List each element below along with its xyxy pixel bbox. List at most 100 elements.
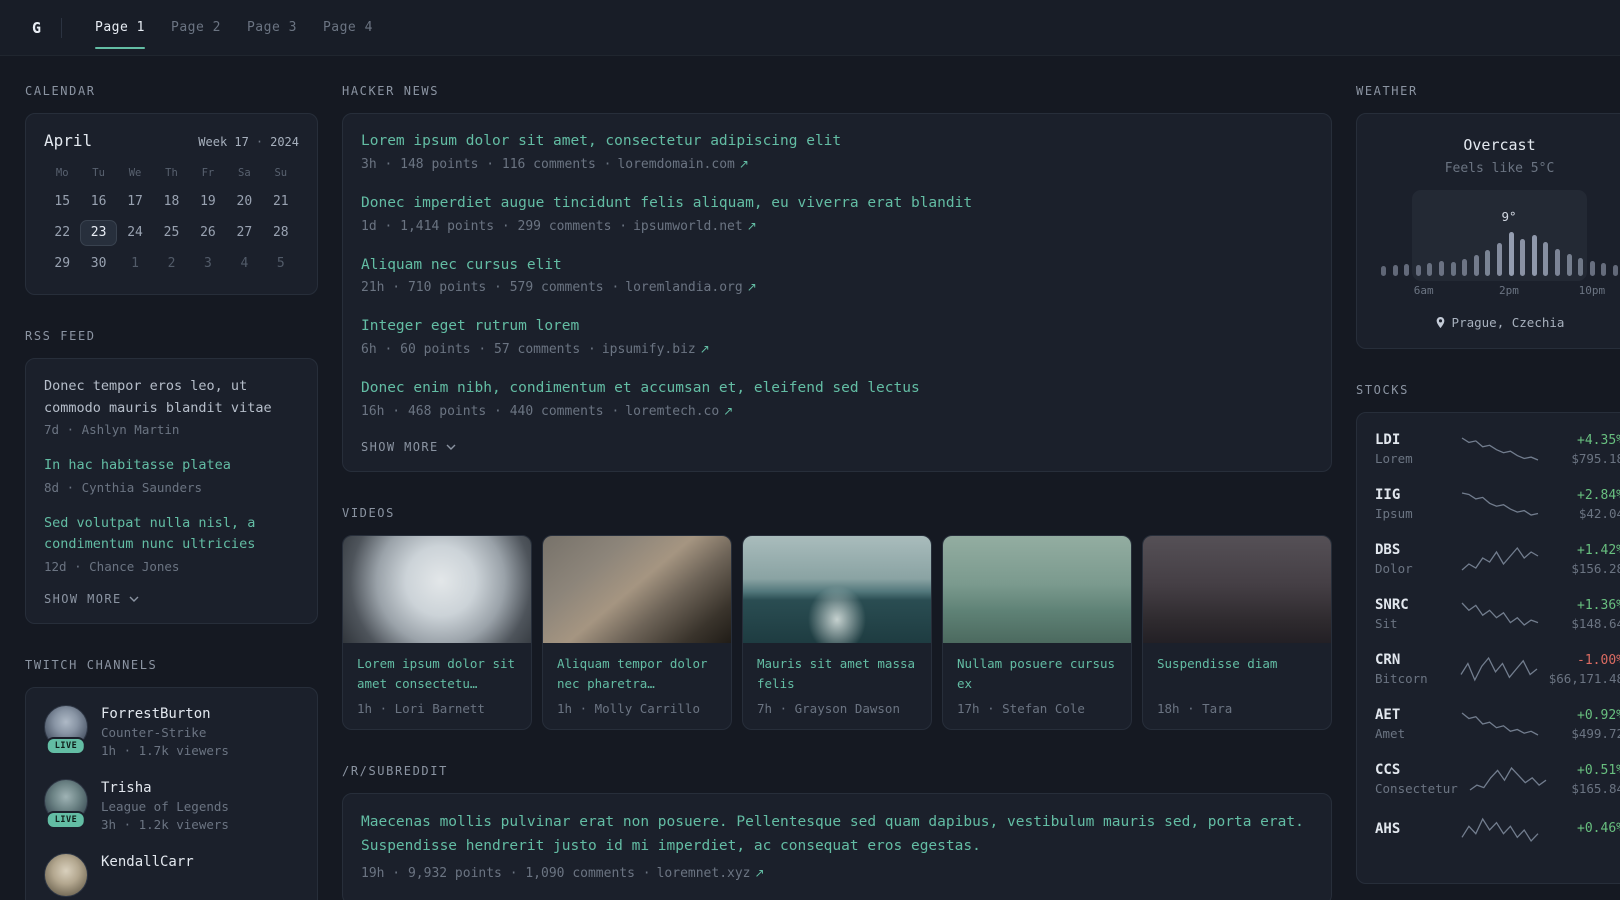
video-card[interactable]: Aliquam tempor dolor nec pharetra… 1h · … [542,534,732,730]
stock-sparkline [1461,437,1538,461]
video-card[interactable]: Suspendisse diam 18h · Tara [1142,534,1332,730]
calendar-week: Week 17 [198,135,249,149]
videos-section: VIDEOS Lorem ipsum dolor sit amet consec… [342,506,1332,730]
external-link-icon: ↗ [754,865,765,880]
hn-domain-link[interactable]: ipsumworld.net ↗ [633,219,757,234]
domain-text: loremdomain.com [617,156,735,172]
hn-item-title[interactable]: Integer eget rutrum lorem [361,316,1313,338]
rss-item-title[interactable]: Donec tempor eros leo, ut commodo mauris… [44,376,299,419]
twitch-channel[interactable]: LIVE Trisha League of Legends 3h · 1.2k … [44,778,299,832]
calendar-dow: Th [165,167,178,179]
section-title-videos: VIDEOS [342,505,395,520]
dashboard: CALENDAR April Week 17 · 2024 Mo Tu We T… [0,56,1620,900]
calendar-dow: Sa [238,167,251,179]
calendar-day: 28 [272,225,289,240]
calendar-day: 24 [127,225,143,240]
video-thumbnail [943,535,1131,643]
video-card[interactable]: Mauris sit amet massa felis 7h · Grayson… [742,534,932,730]
stock-row[interactable]: AET Amet +0.92% $499.72 [1375,707,1620,741]
external-link-icon: ↗ [746,280,757,295]
subreddit-widget: Maecenas mollis pulvinar erat non posuer… [342,792,1332,900]
tab-page-4[interactable]: Page 4 [310,0,386,55]
weather-location: Prague, Czechia [1451,315,1565,330]
calendar-day: 26 [200,225,216,240]
video-body: Suspendisse diam 18h · Tara [1143,643,1331,729]
stocks-section: STOCKS LDI Lorem +4.35% $795.18 IIG Ipsu… [1356,383,1620,884]
stock-id: LDI Lorem [1375,432,1450,466]
stock-row[interactable]: AHS +0.46% [1375,817,1620,843]
hn-item-title[interactable]: Donec enim nibh, condimentum et accumsan… [361,378,1313,400]
rss-item-title[interactable]: In hac habitasse platea [44,455,299,477]
hacker-news-section: HACKER NEWS Lorem ipsum dolor sit amet, … [342,84,1332,472]
stock-ticker: LDI [1375,432,1401,448]
channel-game: League of Legends [101,798,229,814]
hn-meta-text: 3h · 148 points · 116 comments · [361,156,612,172]
stock-change: +4.35% [1577,432,1620,448]
hn-meta-text: 16h · 468 points · 440 comments · [361,403,620,419]
hn-item: Donec enim nibh, condimentum et accumsan… [361,378,1313,419]
video-meta: 18h · Tara [1157,700,1233,716]
rss-widget: Donec tempor eros leo, ut commodo mauris… [25,358,318,624]
rss-show-more-button[interactable]: SHOW MORE [44,592,139,606]
twitch-channel[interactable]: LIVE ForrestBurton Counter-Strike 1h · 1… [44,704,299,758]
hn-domain-link[interactable]: loremlandia.org ↗ [625,280,756,295]
video-title: Aliquam tempor dolor nec pharetra… [557,655,708,691]
domain-text: loremlandia.org [625,280,743,296]
rss-item: In hac habitasse platea 8d · Cynthia Sau… [44,455,299,495]
section-title-hacker-news: HACKER NEWS [342,84,440,98]
stock-sparkline [1460,656,1538,682]
stock-change: +0.46% [1577,821,1620,836]
video-body: Aliquam tempor dolor nec pharetra… 1h · … [543,643,731,729]
hn-domain-link[interactable]: loremdomain.com ↗ [617,157,748,172]
hn-item-title[interactable]: Donec imperdiet augue tincidunt felis al… [361,193,1313,215]
stock-sparkline [1461,492,1538,516]
video-thumbnail [743,535,931,643]
section-title-twitch: TWITCH CHANNELS [25,657,158,672]
stock-row[interactable]: LDI Lorem +4.35% $795.18 [1375,432,1620,466]
location-pin-icon [1436,317,1444,328]
tab-page-1[interactable]: Page 1 [82,0,158,55]
temperature-bars [1381,200,1618,276]
twitch-channel[interactable]: KendallCarr [44,852,299,897]
stock-row[interactable]: SNRC Sit +1.36% $148.64 [1375,597,1620,631]
stock-change: +1.36% [1577,597,1620,613]
stock-sparkline [1461,602,1538,626]
calendar-day: 20 [236,194,253,209]
show-more-label: SHOW MORE [44,591,122,606]
show-more-label: SHOW MORE [361,439,439,454]
hn-domain-link[interactable]: ipsumify.biz ↗ [602,342,710,357]
rss-item: Donec tempor eros leo, ut commodo mauris… [44,376,299,437]
stock-row[interactable]: IIG Ipsum +2.84% $42.04 [1375,487,1620,521]
stock-ticker: AHS [1375,820,1401,837]
hn-item-title[interactable]: Aliquam nec cursus elit [361,255,1313,277]
subreddit-domain-link[interactable]: loremnet.xyz ↗ [657,866,765,881]
hn-meta-text: 1d · 1,414 points · 299 comments · [361,218,628,234]
channel-info: Trisha League of Legends 3h · 1.2k viewe… [101,779,229,832]
subreddit-post-title[interactable]: Maecenas mollis pulvinar erat non posuer… [361,811,1313,859]
stock-name: Lorem [1375,451,1413,466]
hn-domain-link[interactable]: loremtech.co ↗ [625,404,733,419]
hn-show-more-button[interactable]: SHOW MORE [361,440,456,454]
calendar-month: April [44,131,93,150]
stock-sparkline [1460,817,1538,843]
video-card[interactable]: Lorem ipsum dolor sit amet consectetu… 1… [342,534,532,730]
tab-page-2[interactable]: Page 2 [158,0,234,55]
stock-row[interactable]: CRN Bitcorn -1.00% $66,171.48 [1375,652,1620,686]
hn-item-meta: 6h · 60 points · 57 comments · ipsumify.… [361,342,1313,357]
app-logo[interactable]: G [26,19,47,37]
rss-item-title[interactable]: Sed volutpat nulla nisl, a condimentum n… [44,513,299,556]
stock-row[interactable]: DBS Dolor +1.42% $156.28 [1375,542,1620,576]
calendar-dow: We [128,167,142,179]
weather-feels-like: Feels like 5°C [1444,161,1555,176]
hacker-news-widget: Lorem ipsum dolor sit amet, consectetur … [342,113,1332,472]
stock-name: Sit [1375,616,1398,631]
hn-item-title[interactable]: Lorem ipsum dolor sit amet, consectetur … [361,131,1313,153]
stock-row[interactable]: CCS Consectetur +0.51% $165.84 [1375,762,1620,796]
video-card[interactable]: Nullam posuere cursus ex 17h · Stefan Co… [942,534,1132,730]
calendar-day-grid: 15 16 17 18 19 20 21 22 23 24 25 26 27 2… [44,189,299,277]
tab-page-3[interactable]: Page 3 [234,0,310,55]
stock-name: Bitcorn [1375,671,1428,686]
middle-column: HACKER NEWS Lorem ipsum dolor sit amet, … [342,84,1332,900]
calendar-section: CALENDAR April Week 17 · 2024 Mo Tu We T… [25,84,318,295]
stock-ticker: DBS [1375,542,1401,558]
